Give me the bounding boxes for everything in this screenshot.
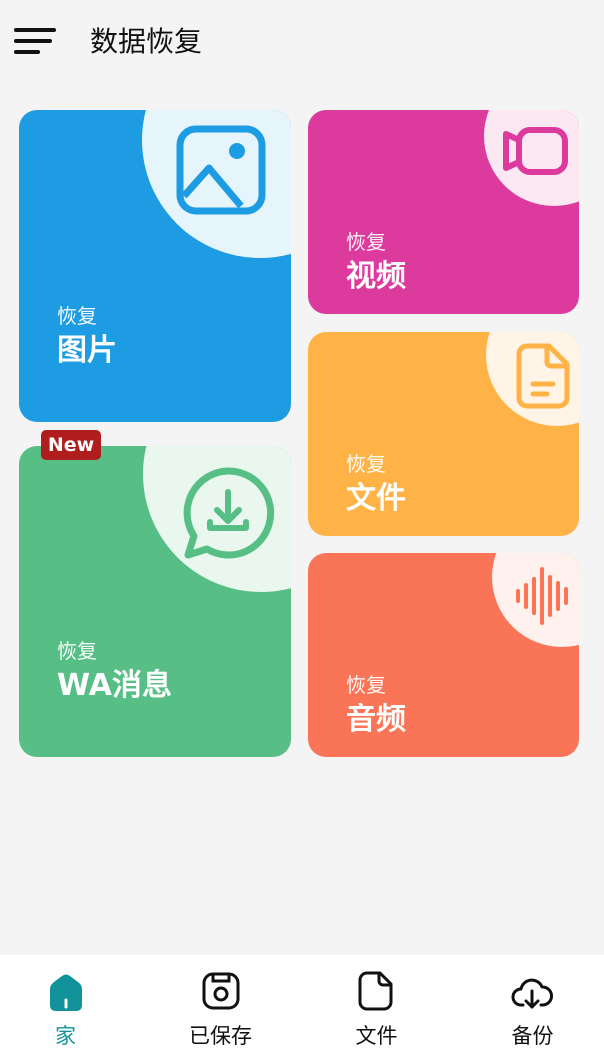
- card-title: 音频: [346, 702, 406, 737]
- nav-label: 已保存: [189, 1024, 252, 1048]
- card-subtitle: 恢复: [57, 639, 97, 663]
- nav-item-saved[interactable]: 已保存: [145, 955, 296, 1054]
- app-header: 数据恢复: [0, 0, 604, 86]
- recover-wa-messages-card[interactable]: 恢复 WA消息: [19, 446, 291, 757]
- card-title: 文件: [346, 481, 406, 516]
- nav-label: 家: [55, 1024, 76, 1048]
- new-badge: New: [41, 430, 101, 460]
- hamburger-menu-icon[interactable]: [14, 28, 58, 56]
- saved-icon: [202, 972, 240, 1010]
- whatsapp-download-icon: [183, 467, 275, 559]
- card-title: WA消息: [57, 668, 172, 703]
- page-title: 数据恢复: [90, 25, 203, 58]
- nav-item-files[interactable]: 文件: [301, 955, 452, 1054]
- nav-item-home[interactable]: 家: [0, 955, 151, 1054]
- bottom-navigation: 家 已保存 文件 备份: [0, 955, 604, 1054]
- recover-video-card[interactable]: 恢复 视频: [308, 110, 579, 314]
- card-subtitle: 恢复: [346, 452, 386, 476]
- home-icon: [50, 974, 82, 1011]
- recover-audio-card[interactable]: 恢复 音频: [308, 553, 579, 757]
- audio-waveform-icon: [516, 567, 568, 625]
- video-camera-icon: [503, 127, 568, 175]
- file-icon: [358, 971, 393, 1011]
- nav-label: 文件: [355, 1024, 398, 1048]
- document-icon: [516, 343, 570, 409]
- card-subtitle: 恢复: [57, 304, 97, 328]
- cloud-download-icon: [511, 978, 553, 1009]
- nav-item-backup[interactable]: 备份: [453, 955, 604, 1054]
- card-subtitle: 恢复: [346, 673, 386, 697]
- recover-images-card[interactable]: 恢复 图片: [19, 110, 291, 422]
- nav-label: 备份: [511, 1024, 554, 1048]
- card-subtitle: 恢复: [346, 230, 386, 254]
- card-title: 图片: [57, 333, 117, 368]
- card-title: 视频: [346, 259, 406, 294]
- recover-files-card[interactable]: 恢复 文件: [308, 332, 579, 536]
- image-icon: [176, 125, 266, 215]
